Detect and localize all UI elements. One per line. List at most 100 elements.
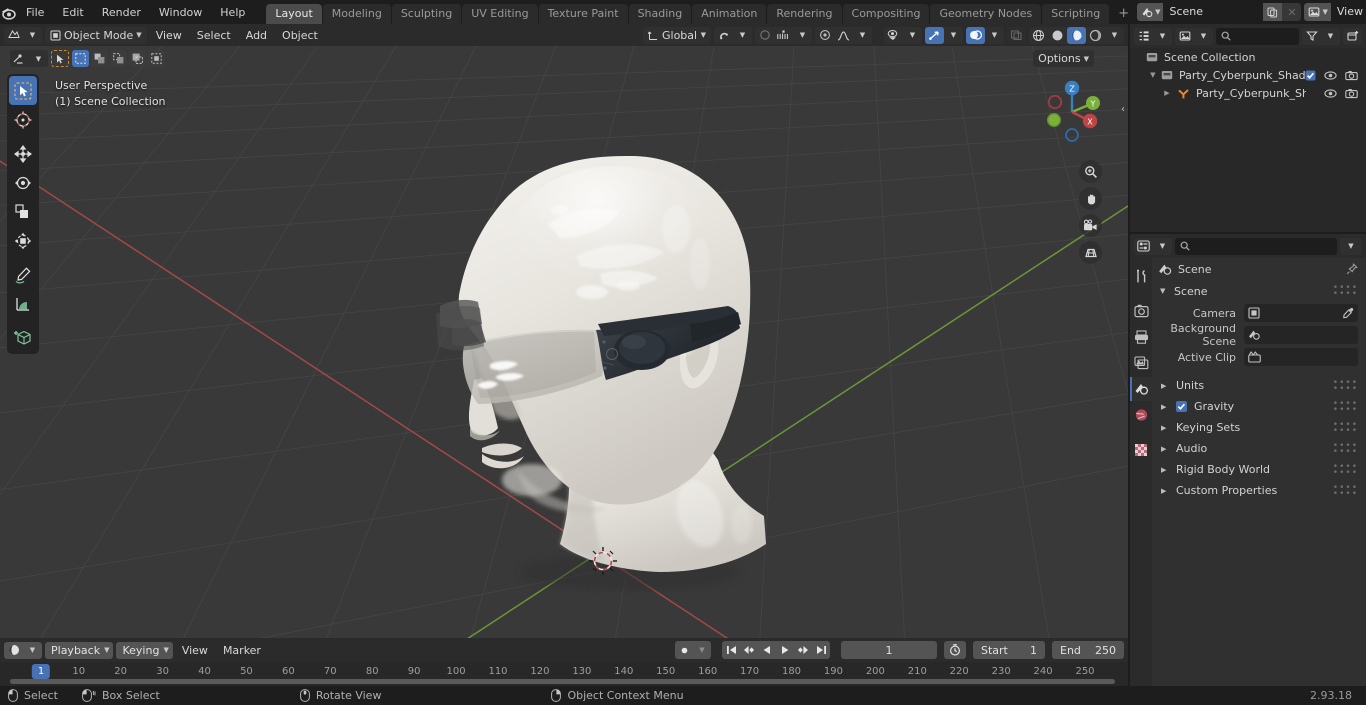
panel-disclosure-closed-icon[interactable]: ▶ [1161, 382, 1169, 390]
outliner-search-input[interactable] [1216, 27, 1299, 45]
object-mode-chevron-icon[interactable]: ▼ [136, 31, 141, 39]
active-tool-indicator[interactable]: ▼ [10, 50, 69, 67]
falloff-curve-icon[interactable] [834, 27, 853, 44]
jump-start-icon[interactable] [722, 641, 740, 659]
workspace-tab-compositing[interactable]: Compositing [842, 4, 930, 24]
select-intersect-icon[interactable] [148, 50, 165, 67]
proportional-edit-controls[interactable]: ▼ [755, 26, 812, 44]
properties-tab-scene[interactable] [1130, 377, 1152, 401]
properties-tab-render[interactable] [1130, 299, 1152, 323]
object-mode-selector[interactable]: Object Mode ▼ [45, 26, 147, 44]
properties-tab-tool[interactable] [1130, 264, 1152, 288]
properties-tab-world[interactable] [1130, 403, 1152, 427]
properties-search-input[interactable] [1175, 237, 1337, 255]
camera-view-icon[interactable] [1079, 214, 1102, 237]
viewport-toolbar[interactable] [7, 74, 39, 354]
playback-menu[interactable]: Playback ▼ [45, 641, 114, 659]
toggle-ortho-icon[interactable] [1079, 241, 1102, 264]
outliner-filter[interactable]: ▼ [1302, 27, 1340, 45]
select-extend-icon[interactable] [91, 50, 108, 67]
toggle-xray-icon[interactable] [1007, 27, 1026, 44]
play-icon[interactable] [776, 641, 794, 659]
workspace-tab-modeling[interactable]: Modeling [322, 4, 391, 24]
view-layer-display-icon[interactable] [1175, 28, 1194, 45]
viewport-menu-add[interactable]: Add [240, 27, 273, 44]
scene-panel-header[interactable]: ▼ Scene •••• •••• [1152, 280, 1366, 302]
tool-tweak-select[interactable] [9, 76, 37, 105]
current-frame-field[interactable]: 1 [841, 641, 937, 659]
snap-target-chevron-icon[interactable]: ▼ [793, 27, 812, 44]
editor-type-chevron-icon[interactable]: ▼ [23, 27, 42, 44]
timeline-horizontal-scrollbar[interactable] [0, 677, 1128, 686]
transform-orientation-selector[interactable]: Global ▼ [643, 26, 711, 44]
snap-chevron-icon[interactable]: ▼ [733, 27, 752, 44]
outliner-row-collection[interactable]: ▼ Party_Cyberpunk_Shades_Bl [1130, 66, 1366, 84]
show-overlays-icon[interactable] [966, 26, 985, 44]
shading-chevron-icon[interactable]: ▼ [1105, 27, 1124, 44]
disclosure-triangle-open-icon[interactable]: ▼ [1146, 71, 1160, 79]
panel-rigid-body-world[interactable]: ▶ Rigid Body World •••• •••• [1152, 459, 1366, 480]
overlay-chevron-icon[interactable]: ▼ [985, 27, 1004, 44]
properties-tab-view-layer[interactable] [1130, 351, 1152, 375]
properties-options-chevron-icon[interactable]: ▼ [1342, 238, 1361, 255]
panel-disclosure-closed-icon[interactable]: ▶ [1161, 466, 1169, 474]
workspace-tab-rendering[interactable]: Rendering [767, 4, 842, 24]
jump-end-icon[interactable] [812, 641, 830, 659]
filter-icon[interactable] [1302, 28, 1321, 45]
outliner-display-mode[interactable]: ▼ [1175, 27, 1213, 45]
snap-target-icon[interactable] [774, 27, 793, 44]
remove-scene-button[interactable]: ✕ [1282, 3, 1302, 21]
select-subtract-icon[interactable] [110, 50, 127, 67]
tool-scale[interactable] [9, 197, 37, 226]
select-difference-icon[interactable] [129, 50, 146, 67]
pin-id-icon[interactable] [1346, 263, 1358, 275]
properties-editor-type[interactable]: ▼ [1134, 237, 1172, 255]
show-gizmo-icon[interactable] [925, 26, 944, 44]
gizmo-chevron-icon[interactable]: ▼ [944, 27, 963, 44]
workspace-tab-sculpting[interactable]: Sculpting [391, 4, 462, 24]
properties-editor[interactable]: ▼ ▼ Scene ▼ Scene •••• •••• Camera Backg… [1130, 234, 1366, 686]
tool-transform[interactable] [9, 226, 37, 255]
keying-chevron-icon[interactable]: ▼ [163, 646, 168, 654]
pan-hand-icon[interactable] [1079, 187, 1102, 210]
disclosure-triangle-closed-icon[interactable]: ▶ [1160, 89, 1174, 97]
timeline-editor-chevron-icon[interactable]: ▼ [23, 642, 42, 659]
viewport-menu-object[interactable]: Object [276, 27, 324, 44]
tool-settings-chevron-icon[interactable]: ▼ [29, 50, 48, 67]
hide-in-viewport-eye-icon[interactable] [1324, 88, 1337, 99]
orientation-chevron-icon[interactable]: ▼ [701, 31, 706, 39]
active-clip-field[interactable] [1244, 348, 1358, 366]
gizmo-controls[interactable]: ▼ [925, 26, 963, 44]
disable-in-renders-camera-icon[interactable] [1345, 88, 1358, 99]
tool-rotate[interactable] [9, 168, 37, 197]
viewport-menu-select[interactable]: Select [191, 27, 237, 44]
workspace-tab-uv-editing[interactable]: UV Editing [462, 4, 538, 24]
snap-magnet-icon[interactable] [714, 27, 733, 44]
add-workspace-button[interactable]: + [1110, 4, 1137, 24]
view-layer-name-field[interactable]: View Layer [1330, 3, 1366, 21]
workspace-tab-animation[interactable]: Animation [692, 4, 767, 24]
workspace-tab-layout[interactable]: Layout [266, 4, 322, 24]
scene-selector[interactable]: ▼ Scene ✕ [1137, 3, 1302, 21]
editor-type-selector[interactable]: ▼ [4, 26, 42, 44]
object-visibility-icon[interactable] [884, 27, 903, 44]
scene-browse-icon[interactable]: ▼ [1137, 3, 1164, 21]
navigation-gizmo[interactable]: Z Y X [1032, 72, 1108, 148]
panel-disclosure-closed-icon[interactable]: ▶ [1161, 403, 1169, 411]
frame-start-field[interactable]: Start 1 [973, 641, 1045, 659]
snap-controls[interactable]: ▼ [714, 26, 752, 44]
proportional-toggle-icon[interactable] [815, 27, 834, 44]
tool-settings-icon[interactable] [10, 50, 29, 67]
material-preview-shading-icon[interactable] [1067, 26, 1086, 44]
3d-viewport[interactable]: ▼ Object Mode ▼ View Select Add Object G… [0, 24, 1128, 638]
workspace-tab-geometry-nodes[interactable]: Geometry Nodes [930, 4, 1042, 24]
background-scene-field[interactable] [1244, 326, 1358, 344]
properties-icon[interactable] [1134, 238, 1153, 255]
proportional-falloff-controls[interactable]: ▼ [815, 26, 872, 44]
panel-units[interactable]: ▶ Units •••• •••• [1152, 375, 1366, 396]
menu-window[interactable]: Window [150, 3, 211, 22]
camera-field[interactable] [1244, 304, 1358, 322]
editor-type-icon[interactable] [4, 27, 23, 44]
sidebar-collapse-arrow-icon[interactable]: ‹ [1121, 104, 1125, 115]
outliner-row-object[interactable]: ▶ Party_Cyberpunk_Shade [1130, 84, 1366, 102]
